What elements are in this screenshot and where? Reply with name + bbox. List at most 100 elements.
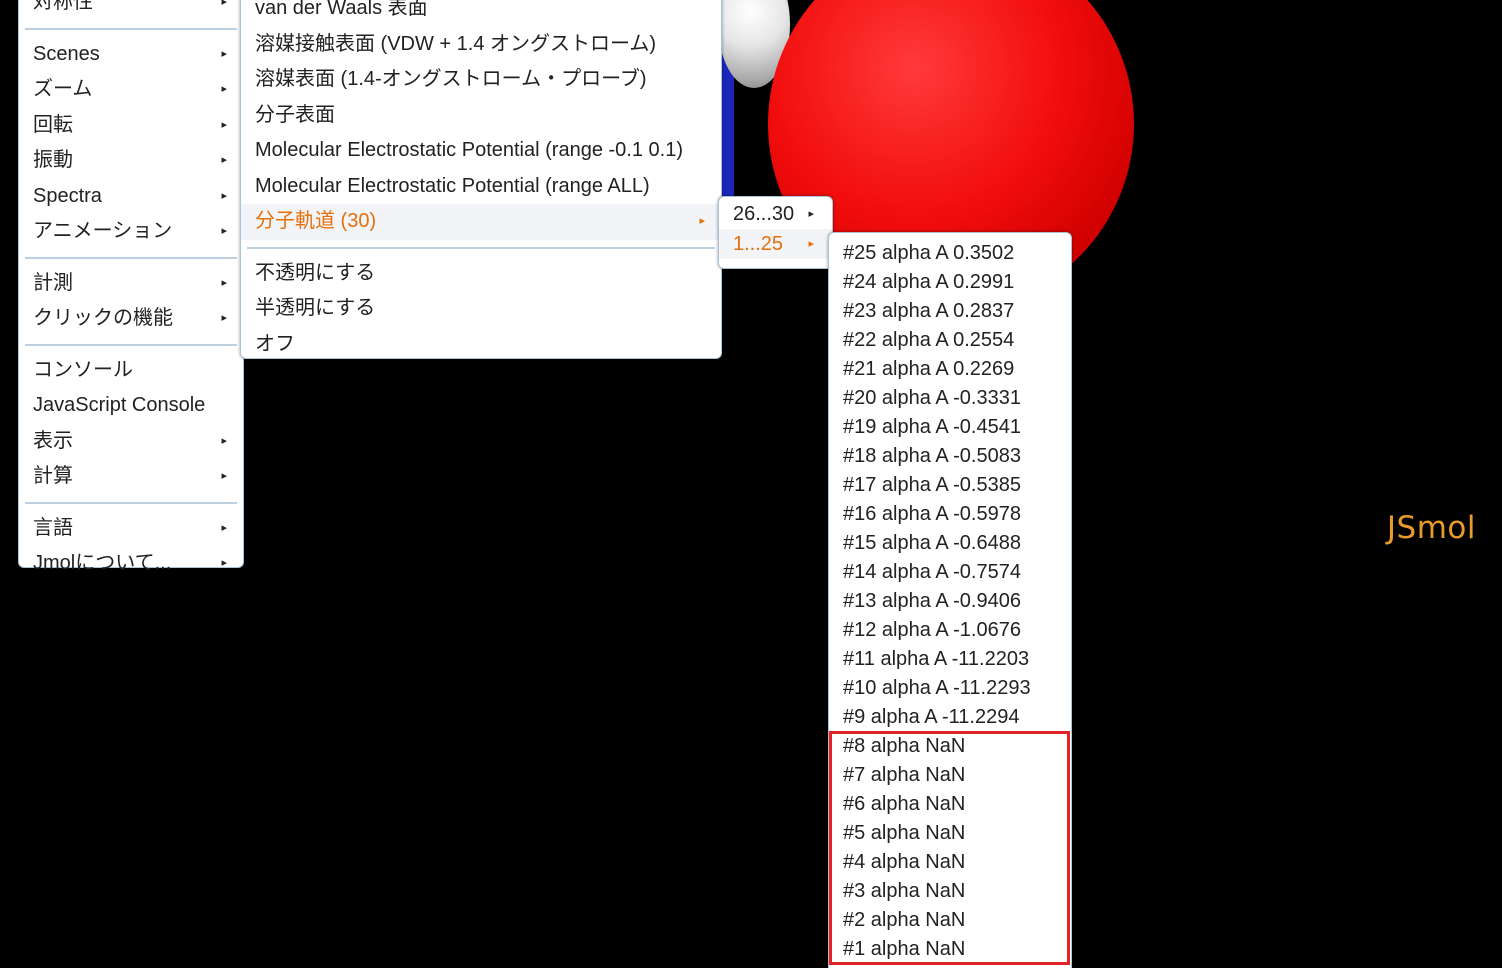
submenu-arrow-icon: ▸	[808, 238, 814, 250]
main-menu-item-item[interactable]: 表示 ▸	[19, 424, 243, 460]
surface-menu-item-vdw-1-4[interactable]: 溶媒接触表面 (VDW + 1.4 オングストローム)	[241, 27, 721, 63]
orbital-menu-item-16-alpha-a-0-5978[interactable]: #16 alpha A -0.5978	[829, 500, 1071, 529]
surface-menu-item-item[interactable]: 不透明にする	[241, 256, 721, 292]
orbital-menu-item-24-alpha-a-0-2991[interactable]: #24 alpha A 0.2991	[829, 268, 1071, 297]
orbital-menu-item-20-alpha-a-0-3331[interactable]: #20 alpha A -0.3331	[829, 384, 1071, 413]
submenu-arrow-icon: ▸	[221, 154, 227, 166]
submenu-arrow-icon: ▸	[808, 208, 814, 220]
submenu-arrow-icon: ▸	[221, 276, 227, 289]
orbital-menu-item-4-alpha-nan[interactable]: #4 alpha NaN	[829, 848, 1071, 877]
orbital-menu-item-21-alpha-a-0-2269[interactable]: #21 alpha A 0.2269	[829, 355, 1071, 384]
orbital-menu-item-8-alpha-nan[interactable]: #8 alpha NaN	[829, 732, 1071, 761]
orbital-menu-item-label: #15 alpha A -0.6488	[843, 532, 1021, 554]
orbital-menu-item-3-alpha-nan[interactable]: #3 alpha NaN	[829, 877, 1071, 906]
mo-range-menu-item-label: 26...30	[733, 203, 795, 225]
orbital-menu-item-label: #4 alpha NaN	[843, 851, 966, 873]
submenu-arrow-icon: ▸	[699, 215, 705, 227]
surface-menu-item-label: 分子表面	[255, 103, 335, 126]
submenu-arrow-icon: ▸	[221, 0, 227, 8]
mo-range-menu-item-label: 1...25	[733, 233, 784, 255]
main-menu-item-spectra[interactable]: Spectra ▸	[19, 179, 243, 215]
orbital-menu-item-25-alpha-a-0-3502[interactable]: #25 alpha A 0.3502	[829, 239, 1071, 268]
mo-range-menu-item-1-25[interactable]: 1...25 ▸	[719, 229, 832, 259]
surface-menu-item-molecular-electrostatic-potential-range-0-1-0-1[interactable]: Molecular Electrostatic Potential (range…	[241, 133, 721, 169]
orbital-menu-item-label: #18 alpha A -0.5083	[843, 445, 1021, 467]
surface-menu-item-label: 溶媒接触表面 (VDW + 1.4 オングストローム)	[255, 32, 657, 55]
orbital-menu-item-1-alpha-nan[interactable]: #1 alpha NaN	[829, 935, 1071, 964]
main-menu-item-label: Spectra	[33, 184, 102, 207]
main-menu-item-item[interactable]: クリックの機能 ▸	[19, 301, 243, 337]
main-menu-item-label: 振動	[33, 149, 73, 171]
orbital-menu-item-label: #17 alpha A -0.5385	[843, 474, 1021, 496]
surface-menu-separator	[247, 246, 715, 249]
main-menu-item-item[interactable]: 計算 ▸	[19, 459, 243, 495]
main-menu-item-label: JavaScript Console	[33, 394, 206, 416]
main-menu-item-item[interactable]: 言語 ▸	[19, 511, 243, 547]
main-menu-item-javascript-console[interactable]: JavaScript Console	[19, 388, 243, 424]
surface-menu-item-label: オフ	[255, 332, 295, 355]
surface-menu-item-30[interactable]: 分子軌道 (30) ▸	[241, 204, 721, 240]
submenu-arrow-icon: ▸	[221, 470, 227, 482]
main-menu-item-item[interactable]: 回転 ▸	[19, 108, 243, 144]
main-menu-item-item[interactable]: 計測 ▸	[19, 266, 243, 302]
orbital-menu-item-label: #8 alpha NaN	[843, 735, 966, 757]
main-menu-separator	[25, 501, 237, 504]
main-menu-separator	[25, 343, 237, 346]
orbital-menu-item-label: #21 alpha A 0.2269	[843, 358, 1015, 380]
orbital-menu-item-label: #13 alpha A -0.9406	[843, 590, 1021, 612]
main-menu-item-label: Jmolについて...	[33, 552, 172, 574]
main-menu-item-item[interactable]: アニメーション ▸	[19, 214, 243, 250]
orbital-menu-item-2-alpha-nan[interactable]: #2 alpha NaN	[829, 906, 1071, 935]
surface-menu-item-item[interactable]: オフ	[241, 327, 721, 363]
orbital-menu-item-label: #19 alpha A -0.4541	[843, 416, 1021, 438]
main-menu-separator	[25, 27, 237, 30]
orbital-menu-item-23-alpha-a-0-2837[interactable]: #23 alpha A 0.2837	[829, 297, 1071, 326]
orbital-menu-item-13-alpha-a-0-9406[interactable]: #13 alpha A -0.9406	[829, 587, 1071, 616]
surface-menu-item-item[interactable]: 分子表面	[241, 98, 721, 134]
main-menu-item-jmol[interactable]: Jmolについて... ▸	[19, 546, 243, 582]
surface-menu-item-label: Molecular Electrostatic Potential (range…	[255, 139, 683, 161]
orbital-menu-item-5-alpha-nan[interactable]: #5 alpha NaN	[829, 819, 1071, 848]
main-menu-item-label: 計測	[33, 271, 73, 294]
orbital-menu-item-22-alpha-a-0-2554[interactable]: #22 alpha A 0.2554	[829, 326, 1071, 355]
orbital-menu-item-10-alpha-a-11-2293[interactable]: #10 alpha A -11.2293	[829, 674, 1071, 703]
submenu-arrow-icon: ▸	[221, 225, 227, 237]
orbital-menu-item-14-alpha-a-0-7574[interactable]: #14 alpha A -0.7574	[829, 558, 1071, 587]
main-menu-item-label: 言語	[33, 516, 73, 539]
surface-menu-item-molecular-electrostatic-potential-range-all[interactable]: Molecular Electrostatic Potential (range…	[241, 169, 721, 205]
orbital-menu-item-6-alpha-nan[interactable]: #6 alpha NaN	[829, 790, 1071, 819]
orbital-menu-item-7-alpha-nan[interactable]: #7 alpha NaN	[829, 761, 1071, 790]
orbital-menu-item-12-alpha-a-1-0676[interactable]: #12 alpha A -1.0676	[829, 616, 1071, 645]
main-menu-item-label: 対称性	[33, 0, 93, 13]
orbital-menu-item-label: #5 alpha NaN	[843, 822, 966, 844]
main-menu-item-item[interactable]: ズーム ▸	[19, 72, 243, 108]
submenu-arrow-icon: ▸	[221, 434, 227, 447]
main-menu-item-label: ズーム	[33, 78, 93, 100]
submenu-arrow-icon: ▸	[221, 189, 227, 202]
orbital-menu-item-17-alpha-a-0-5385[interactable]: #17 alpha A -0.5385	[829, 471, 1071, 500]
surface-menu-item-1-4[interactable]: 溶媒表面 (1.4-オングストローム・プローブ)	[241, 62, 721, 98]
orbital-menu-item-18-alpha-a-0-5083[interactable]: #18 alpha A -0.5083	[829, 442, 1071, 471]
main-menu-separator	[25, 256, 237, 259]
main-menu-item-label: クリックの機能	[33, 307, 173, 329]
orbital-menu-item-11-alpha-a-11-2203[interactable]: #11 alpha A -11.2203	[829, 645, 1071, 674]
main-menu-item-item[interactable]: 対称性 ▸	[19, 0, 243, 21]
orbital-menu-item-label: #24 alpha A 0.2991	[843, 271, 1015, 293]
submenu-arrow-icon: ▸	[221, 118, 227, 131]
orbital-menu-item-label: #2 alpha NaN	[843, 909, 966, 931]
orbital-menu-item-label: #10 alpha A -11.2293	[843, 677, 1031, 699]
main-menu-item-scenes[interactable]: Scenes ▸	[19, 37, 243, 73]
main-menu-item-label: Scenes	[33, 42, 100, 65]
orbital-menu-item-label: #16 alpha A -0.5978	[843, 503, 1021, 525]
mo-range-menu-item-26-30[interactable]: 26...30 ▸	[719, 199, 832, 229]
main-menu-item-item[interactable]: コンソール	[19, 353, 243, 389]
surface-menu-item-item[interactable]: 半透明にする	[241, 291, 721, 327]
orbital-menu-item-label: #3 alpha NaN	[843, 880, 966, 902]
orbital-menu-item-19-alpha-a-0-4541[interactable]: #19 alpha A -0.4541	[829, 413, 1071, 442]
orbital-menu-item-label: #6 alpha NaN	[843, 793, 966, 815]
orbital-menu-item-9-alpha-a-11-2294[interactable]: #9 alpha A -11.2294	[829, 703, 1071, 732]
submenu-arrow-icon: ▸	[221, 47, 227, 60]
surface-menu-item-van-der-waals[interactable]: van der Waals 表面	[241, 0, 721, 27]
orbital-menu-item-15-alpha-a-0-6488[interactable]: #15 alpha A -0.6488	[829, 529, 1071, 558]
main-menu-item-item[interactable]: 振動 ▸	[19, 143, 243, 179]
